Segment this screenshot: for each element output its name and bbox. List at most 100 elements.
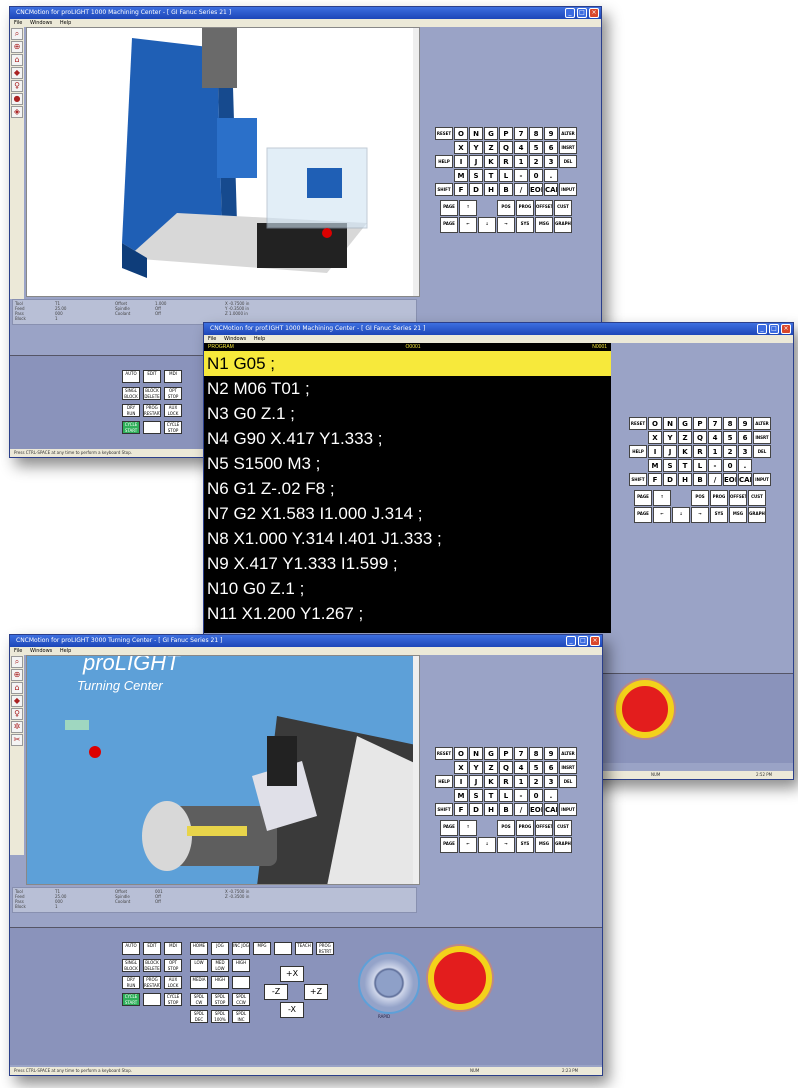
nav-key-cust[interactable]: CUST: [748, 490, 766, 506]
key-h[interactable]: H: [484, 803, 498, 816]
key-del[interactable]: DEL: [753, 445, 771, 458]
key-reset[interactable]: RESET: [435, 747, 453, 760]
nav-key-sys[interactable]: SYS: [516, 217, 534, 233]
mill-titlebar[interactable]: CNCMotion for proLIGHT 1000 Machining Ce…: [10, 7, 601, 19]
lathe-titlebar[interactable]: CNCMotion for proLIGHT 3000 Turning Cent…: [10, 635, 602, 647]
key-alter[interactable]: ALTER: [753, 417, 771, 430]
program-line[interactable]: N8 X1.000 Y.314 I.401 J1.333 ;: [204, 526, 611, 551]
mill-3d-view[interactable]: [26, 27, 420, 297]
control-opt-stop[interactable]: OPT STOP: [164, 959, 182, 972]
key-4[interactable]: 4: [708, 431, 722, 444]
control-cycle-start[interactable]: CYCLE START: [122, 993, 140, 1006]
key-r[interactable]: R: [499, 155, 513, 168]
key-3[interactable]: 3: [544, 155, 558, 168]
jog-key-minus-z[interactable]: -Z: [264, 984, 288, 1000]
control-blank[interactable]: [143, 421, 161, 434]
control-prog-restart[interactable]: PROG RESTART: [143, 404, 161, 417]
key-x[interactable]: X: [454, 141, 468, 154]
control-home[interactable]: HOME: [190, 942, 208, 955]
rapid-override-dial[interactable]: [358, 952, 420, 1014]
nav-key-msg[interactable]: MSG: [729, 507, 747, 523]
control-cycle-start[interactable]: CYCLE START: [122, 421, 140, 434]
key-6[interactable]: 6: [544, 761, 558, 774]
key--[interactable]: .: [544, 169, 558, 182]
nav-key-prog[interactable]: PROG: [516, 200, 534, 216]
nav-key-page-[interactable]: PAGE ▲: [440, 200, 458, 216]
nav-key-msg[interactable]: MSG: [535, 837, 553, 853]
key-can[interactable]: CAN: [544, 183, 558, 196]
key-o[interactable]: O: [454, 127, 468, 140]
key-eob[interactable]: EOB: [529, 803, 543, 816]
control-spdl-stop[interactable]: SPDL STOP: [211, 993, 229, 1006]
control-dry-run[interactable]: DRY RUN: [122, 976, 140, 989]
nav-key-page-[interactable]: PAGE ▲: [634, 490, 652, 506]
key-p[interactable]: P: [499, 747, 513, 760]
key-0[interactable]: 0: [529, 789, 543, 802]
control-cycle-stop[interactable]: CYCLE STOP: [164, 421, 182, 434]
key-q[interactable]: Q: [499, 141, 513, 154]
control-spdl-dec[interactable]: SPDL DEC: [190, 1010, 208, 1023]
record-icon[interactable]: ◈: [11, 106, 23, 118]
key-n[interactable]: N: [469, 127, 483, 140]
key-8[interactable]: 8: [723, 417, 737, 430]
key-can[interactable]: CAN: [544, 803, 558, 816]
key-x[interactable]: X: [648, 431, 662, 444]
nav-key-page-[interactable]: PAGE ▲: [440, 820, 458, 836]
key-f[interactable]: F: [454, 803, 468, 816]
key-shift[interactable]: SHIFT: [435, 803, 453, 816]
key-del[interactable]: DEL: [559, 155, 577, 168]
key-insrt[interactable]: INSRT: [753, 431, 771, 444]
key-2[interactable]: 2: [529, 155, 543, 168]
program-line[interactable]: N2 M06 T01 ;: [204, 376, 611, 401]
menu-windows[interactable]: Windows: [30, 20, 52, 26]
maximize-icon[interactable]: □: [577, 8, 587, 18]
program-line[interactable]: N9 X.417 Y1.333 I1.599 ;: [204, 551, 611, 576]
control-blank[interactable]: [143, 993, 161, 1006]
key-h[interactable]: H: [484, 183, 498, 196]
program-line[interactable]: N6 G1 Z-.02 F8 ;: [204, 476, 611, 501]
menu-windows[interactable]: Windows: [224, 336, 246, 342]
key--[interactable]: .: [544, 789, 558, 802]
key-3[interactable]: 3: [738, 445, 752, 458]
key-m[interactable]: M: [454, 789, 468, 802]
key-g[interactable]: G: [484, 747, 498, 760]
nav-key-pos[interactable]: POS: [497, 200, 515, 216]
key-q[interactable]: Q: [499, 761, 513, 774]
key-g[interactable]: G: [484, 127, 498, 140]
jog-key-plusminus-x[interactable]: +X: [280, 966, 304, 982]
program-line[interactable]: N3 G0 Z.1 ;: [204, 401, 611, 426]
key-4[interactable]: 4: [514, 141, 528, 154]
key-4[interactable]: 4: [514, 761, 528, 774]
key-alter[interactable]: ALTER: [559, 747, 577, 760]
key-5[interactable]: 5: [529, 141, 543, 154]
key-o[interactable]: O: [648, 417, 662, 430]
nav-key-sys[interactable]: SYS: [516, 837, 534, 853]
lathe-3d-view[interactable]: proLIGHT Turning Center: [26, 655, 420, 885]
key-t[interactable]: T: [484, 789, 498, 802]
nav-key-cust[interactable]: CUST: [554, 200, 572, 216]
nav-key--[interactable]: ↓: [478, 217, 496, 233]
control-prog-restart[interactable]: PROG RESTART: [143, 976, 161, 989]
key-y[interactable]: Y: [469, 141, 483, 154]
key-s[interactable]: S: [469, 169, 483, 182]
control-singl-block[interactable]: SINGL BLOCK: [122, 959, 140, 972]
control-mpg[interactable]: MPG: [253, 942, 271, 955]
key-7[interactable]: 7: [708, 417, 722, 430]
key-l[interactable]: L: [693, 459, 707, 472]
key-insrt[interactable]: INSRT: [559, 141, 577, 154]
key-y[interactable]: Y: [663, 431, 677, 444]
key-0[interactable]: 0: [529, 169, 543, 182]
control-blank[interactable]: [232, 976, 250, 989]
minimize-icon[interactable]: _: [566, 636, 576, 646]
key-help[interactable]: HELP: [629, 445, 647, 458]
nav-key--[interactable]: ↑: [459, 820, 477, 836]
key-r[interactable]: R: [499, 775, 513, 788]
key-o[interactable]: O: [454, 747, 468, 760]
maximize-icon[interactable]: □: [578, 636, 588, 646]
control-auto[interactable]: AUTO: [122, 942, 140, 955]
key-3[interactable]: 3: [544, 775, 558, 788]
key-help[interactable]: HELP: [435, 155, 453, 168]
key-p[interactable]: P: [499, 127, 513, 140]
control-spdl-cw[interactable]: SPDL CW: [190, 993, 208, 1006]
light-icon[interactable]: ♀: [11, 708, 23, 720]
